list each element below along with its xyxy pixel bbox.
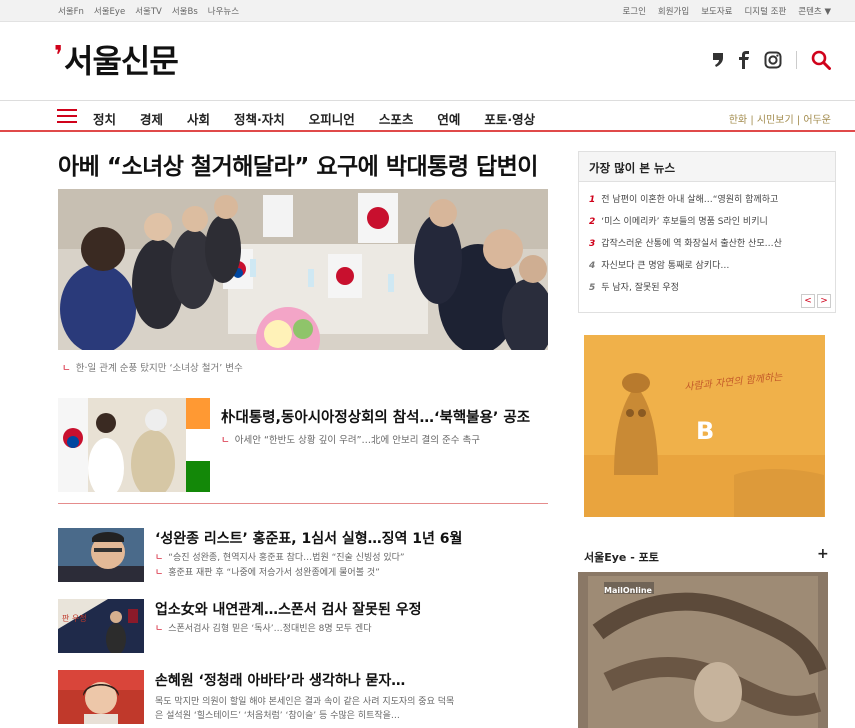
logo-text: 서울신문 xyxy=(64,42,179,80)
list-item[interactable]: 3 갑작스러운 산통에 역 화장실서 출산한 산모…산 xyxy=(589,236,829,258)
login-link[interactable]: 로그인 xyxy=(622,5,645,17)
family-link[interactable]: 서울Bs xyxy=(172,5,198,17)
press-release-link[interactable]: 보도자료 xyxy=(701,5,732,17)
list-item[interactable]: 5두 남자, 잘못된 우정 xyxy=(589,280,829,302)
story-thumbnail[interactable] xyxy=(58,670,144,724)
signup-link[interactable]: 회원가입 xyxy=(658,5,689,17)
story-subtitle[interactable]: ㄴ 홍준표 재판 후 “나중에 저승가서 성완종에게 물어볼 것” xyxy=(155,565,380,578)
list-item[interactable]: 4 자신보다 큰 명암 통째로 삼키다… xyxy=(589,258,829,280)
story-subtitle[interactable]: 목도 막지만 의원이 할일 해야 본세인은 결과 속이 같은 사려 지도자의 중… xyxy=(155,694,454,707)
nav-item-economy[interactable]: 경제 xyxy=(140,109,163,128)
list-item: 판 우정 업소女와 내연관계…스폰서 검사 잘못된 우정 ㄴ 스폰서검사 김형 믿… xyxy=(58,599,548,655)
ad-letter: B xyxy=(696,417,715,445)
next-button[interactable]: > xyxy=(817,294,831,308)
bullet-icon: ㄴ xyxy=(155,624,164,634)
family-link[interactable]: 나우뉴스 xyxy=(208,5,239,17)
story-title[interactable]: 업소女와 내연관계…스폰서 검사 잘못된 우정 xyxy=(155,599,421,619)
nav-item-society[interactable]: 사회 xyxy=(187,109,210,128)
nav-extra-links[interactable]: 한화 | 시민보기 | 어두운 xyxy=(729,111,831,126)
most-viewed-list: 1전 남편이 이혼한 아내 살해…“영원히 함께하고 2 ‘미스 이메리카’ 후보… xyxy=(579,182,835,302)
photo-source-label: MailOnline xyxy=(604,586,652,595)
logo-mark-icon: ❜ xyxy=(54,41,63,71)
divider xyxy=(796,51,797,69)
family-link[interactable]: 서울Fn xyxy=(58,5,84,17)
list-item: 손혜원 ‘정청래 아바타’라 생각하나 묻자… 목도 막지만 의원이 할일 해야… xyxy=(58,670,548,728)
ad-banner[interactable]: 사람과 자연의 함께하는 B xyxy=(584,335,825,517)
list-item[interactable]: 2 ‘미스 이메리카’ 후보들의 명품 S라인 비키니 xyxy=(589,214,829,236)
story-icon[interactable] xyxy=(712,52,724,68)
top-utility-bar: 서울Fn 서울Eye 서울TV 서울Bs 나우뉴스 로그인 회원가입 보도자료 … xyxy=(0,0,855,22)
photo-thumbnail[interactable]: MailOnline xyxy=(578,572,828,728)
instagram-icon[interactable] xyxy=(764,51,782,69)
prev-button[interactable]: < xyxy=(801,294,815,308)
main-nav: 정치 경제 사회 정책·자치 오피니언 스포츠 연예 포토·영상 한화 | 시민… xyxy=(0,100,855,132)
list-item[interactable]: 1전 남편이 이혼한 아내 살해…“영원히 함께하고 xyxy=(589,192,829,214)
story-title[interactable]: ‘성완종 리스트’ 홍준표, 1심서 실형…징역 1년 6월 xyxy=(155,528,462,548)
social-links xyxy=(712,50,831,70)
family-link[interactable]: 서울Eye xyxy=(94,5,125,17)
section-divider xyxy=(58,503,548,504)
story-title[interactable]: 손혜원 ‘정청래 아바타’라 생각하나 묻자… xyxy=(155,670,405,690)
account-links: 로그인 회원가입 보도자료 디지털 조판 콘텐츠 ▼ xyxy=(622,5,831,17)
bullet-icon: ㄴ xyxy=(155,553,164,563)
lead-photo[interactable] xyxy=(58,189,548,350)
nav-item-photo-video[interactable]: 포토·영상 xyxy=(484,109,535,128)
story-subtitle[interactable]: ㄴ “승진 성완종, 현역지사 홍준표 참다…법원 “진술 신빙성 있다” xyxy=(155,550,405,563)
more-icon[interactable]: + xyxy=(817,546,829,562)
bullet-icon: ㄴ xyxy=(155,568,164,578)
nav-item-policy[interactable]: 정책·자치 xyxy=(234,109,285,128)
story-thumbnail[interactable]: 판 우정 xyxy=(58,599,144,653)
story-thumbnail[interactable] xyxy=(58,528,144,582)
photo-section-title[interactable]: 서울Eye - 포토 xyxy=(584,549,659,565)
bullet-icon: ㄴ xyxy=(62,363,71,374)
family-site-links: 서울Fn 서울Eye 서울TV 서울Bs 나우뉴스 xyxy=(58,5,239,17)
svg-text:판 우정: 판 우정 xyxy=(62,613,87,623)
lead-headline[interactable]: 아베 “소녀상 철거해달라” 요구에 박대통령 답변이 xyxy=(58,147,538,181)
menu-icon[interactable] xyxy=(57,109,77,123)
bullet-icon: ㄴ xyxy=(221,435,230,446)
facebook-icon[interactable] xyxy=(738,51,750,69)
nav-item-sports[interactable]: 스포츠 xyxy=(379,109,414,128)
story-subtitle[interactable]: ㄴ 스폰서검사 김형 믿은 ‘독사’…정대빈은 8명 모두 겐다 xyxy=(155,621,372,634)
nav-items: 정치 경제 사회 정책·자치 오피니언 스포츠 연예 포토·영상 xyxy=(93,109,535,128)
nav-item-opinion[interactable]: 오피니언 xyxy=(309,109,355,128)
most-viewed-title: 가장 많이 본 뉴스 xyxy=(579,152,835,182)
nav-item-politics[interactable]: 정치 xyxy=(93,109,116,128)
contents-dropdown[interactable]: 콘텐츠 ▼ xyxy=(798,5,831,17)
story-subtitle[interactable]: ㄴ 아세안 “한반도 상황 깊이 우려”…北에 안보리 결의 준수 촉구 xyxy=(221,432,480,446)
pager: < > xyxy=(801,294,831,308)
story-title[interactable]: 朴대통령,동아시아정상회의 참석…‘북핵불용’ 공조 xyxy=(221,406,530,427)
family-link[interactable]: 서울TV xyxy=(135,5,162,17)
nav-item-entertainment[interactable]: 연예 xyxy=(437,109,460,128)
search-icon[interactable] xyxy=(811,50,831,70)
story-subtitle[interactable]: 은 설석원 ‘힐스테이드’ ‘처음처럼’ ‘참이슬’ 등 수많은 히트작을… xyxy=(155,708,400,721)
list-item: ‘성완종 리스트’ 홍준표, 1심서 실형…징역 1년 6월 ㄴ “승진 성완종,… xyxy=(58,528,548,584)
digital-edition-link[interactable]: 디지털 조판 xyxy=(744,5,786,17)
story-thumbnail[interactable] xyxy=(58,398,210,492)
site-logo[interactable]: ❜서울신문 xyxy=(54,36,179,82)
most-viewed-news: 가장 많이 본 뉴스 1전 남편이 이혼한 아내 살해…“영원히 함께하고 2 ‘… xyxy=(578,151,836,313)
lead-caption[interactable]: ㄴ 한·일 관계 순풍 탔지만 ‘소녀상 철거’ 변수 xyxy=(62,360,243,374)
